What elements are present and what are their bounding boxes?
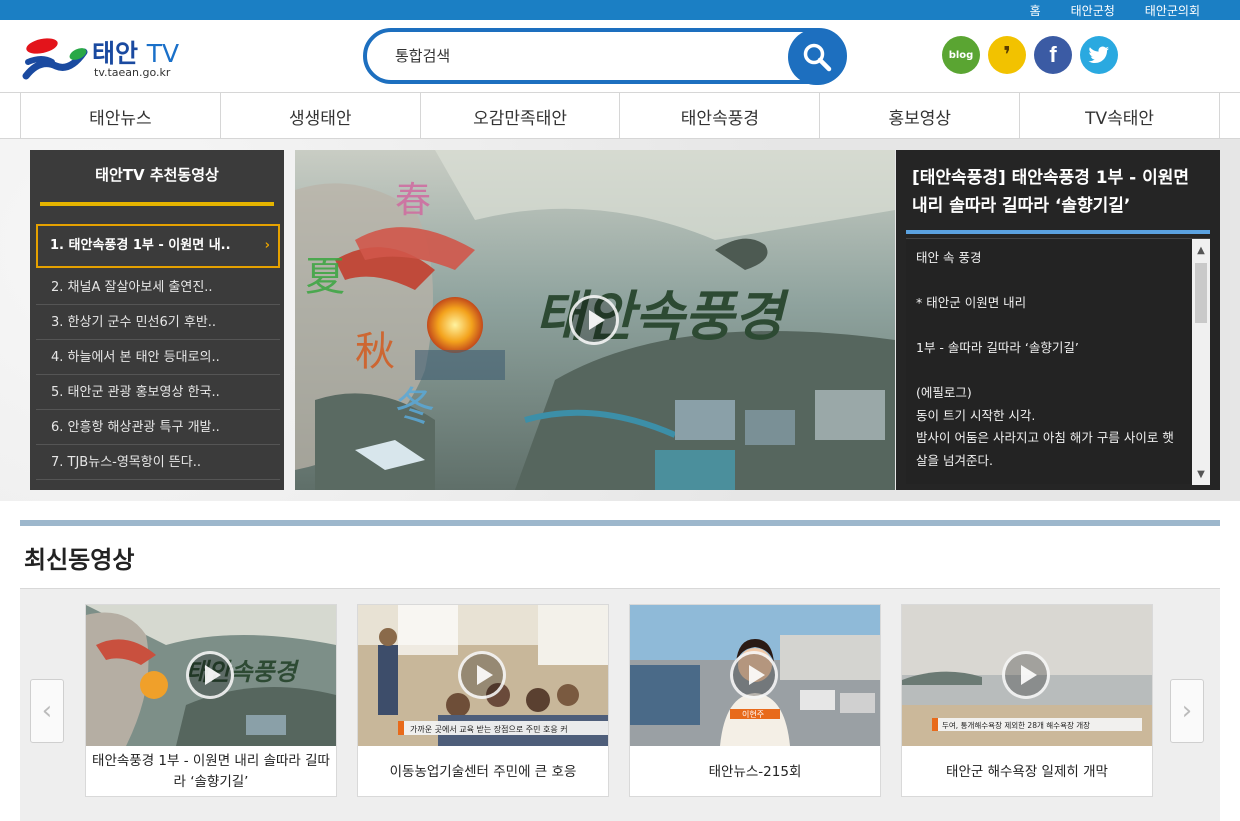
twitter-bird-icon: [1088, 46, 1109, 64]
carousel-next-button[interactable]: ›: [1170, 679, 1204, 743]
recommended-item-7[interactable]: 7. TJB뉴스-영목항이 뜬다..: [36, 445, 280, 480]
play-button[interactable]: [1002, 651, 1050, 699]
recommended-list: 1. 태안속풍경 1부 - 이원면 내.. › 2. 채널A 잘살아보세 출연진…: [36, 224, 280, 480]
latest-videos-title: 최신동영상: [24, 546, 135, 574]
description-line: 밤사이 어둠은 사라지고 아침 해가 구름 사이로 햇살을 넘겨준다.: [916, 430, 1174, 468]
season-winter: 冬: [395, 384, 435, 430]
header: 태안 TV tv.taean.go.kr blog ❜ f: [0, 20, 1240, 92]
site-logo[interactable]: 태안 TV tv.taean.go.kr: [22, 32, 192, 84]
recommended-item-6[interactable]: 6. 안흥항 해상관광 특구 개발..: [36, 410, 280, 445]
video-player[interactable]: 春 夏 秋 冬 태안속풍경: [295, 150, 895, 490]
nav-promo-video[interactable]: 홍보영상: [819, 93, 1019, 139]
video-info-divider: [906, 230, 1210, 234]
thumbnail-text: 두여, 통개해수욕장 제외한 28개 해수욕장 개장: [942, 720, 1090, 730]
main-nav: 태안뉴스 생생태안 오감만족태안 태안속풍경 홍보영상 TV속태안: [0, 92, 1240, 139]
nav-lively-taean[interactable]: 생생태안: [219, 93, 420, 139]
brand-name: 태안 TV: [92, 34, 179, 70]
play-button[interactable]: [458, 651, 506, 699]
latest-divider: [20, 520, 1220, 526]
thumbnail-text: 이현주: [742, 709, 764, 719]
kakao-story-icon[interactable]: ❜: [988, 36, 1026, 74]
chevron-right-icon: ›: [264, 238, 270, 253]
video-card-caption: 태안군 해수욕장 일제히 개막: [946, 763, 1108, 780]
twitter-icon[interactable]: [1080, 36, 1118, 74]
scroll-down-icon[interactable]: ▼: [1192, 465, 1210, 483]
play-button[interactable]: [186, 651, 234, 699]
play-button[interactable]: [730, 651, 778, 699]
video-card[interactable]: 이현주 태안뉴스-215회: [629, 604, 881, 797]
video-description-box[interactable]: 태안 속 풍경 * 태안군 이원면 내리 1부 - 솔따라 길따라 ‘솔향기길’…: [906, 238, 1210, 485]
top-links: 홈 태안군청 태안군의회: [1030, 0, 1200, 20]
blog-icon[interactable]: blog: [942, 36, 980, 74]
nav-five-senses-taean[interactable]: 오감만족태안: [419, 93, 620, 139]
video-info-panel: [태안속풍경] 태안속풍경 1부 - 이원면 내리 솔따라 길따라 ‘솔향기길’…: [896, 150, 1220, 490]
home-link[interactable]: 홈: [1030, 2, 1041, 19]
recommended-item-1[interactable]: 1. 태안속풍경 1부 - 이원면 내.. ›: [36, 224, 280, 268]
latest-videos-section: ‹ › 태안속풍경 태안속풍경 1부 - 이원면 내리 솔따라 길따라 ‘솔향기…: [20, 588, 1220, 821]
featured-section: 태안TV 추천동영상 1. 태안속풍경 1부 - 이원면 내.. › 2. 채널…: [0, 139, 1240, 501]
site-url: tv.taean.go.kr: [94, 66, 171, 79]
carousel-prev-button[interactable]: ‹: [30, 679, 64, 743]
recommended-item-5[interactable]: 5. 태안군 관광 홍보영상 한국..: [36, 375, 280, 410]
video-card[interactable]: 태안속풍경 태안속풍경 1부 - 이원면 내리 솔따라 길따라 ‘솔향기길’: [85, 604, 337, 797]
video-card[interactable]: 가까운 곳에서 교육 받는 장점으로 주민 호응 커 이동농업기술센터 주민에 …: [357, 604, 609, 797]
description-line: 태안 속 풍경: [916, 250, 982, 265]
video-card-caption: 태안속풍경 1부 - 이원면 내리 솔따라 길따라 ‘솔향기길’: [92, 753, 330, 790]
thumbnail-text: 가까운 곳에서 교육 받는 장점으로 주민 호응 커: [410, 724, 568, 734]
brand-text: 태안: [92, 39, 139, 68]
scroll-thumb[interactable]: [1195, 263, 1207, 323]
recommended-item-3[interactable]: 3. 한상기 군수 민선6기 후반..: [36, 305, 280, 340]
video-card[interactable]: 두여, 통개해수욕장 제외한 28개 해수욕장 개장 태안군 해수욕장 일제히 …: [901, 604, 1153, 797]
recommended-item-2[interactable]: 2. 채널A 잘살아보세 출연진..: [36, 270, 280, 305]
search-button[interactable]: [788, 29, 846, 85]
nav-taean-scenery[interactable]: 태안속풍경: [619, 93, 819, 139]
brand-tv-text: TV: [146, 39, 180, 68]
social-links: blog ❜ f: [942, 36, 1118, 74]
latest-video-cards: 태안속풍경 태안속풍경 1부 - 이원면 내리 솔따라 길따라 ‘솔향기길’ 가…: [85, 604, 1153, 797]
description-scrollbar[interactable]: ▲ ▼: [1192, 239, 1210, 485]
description-line: * 태안군 이원면 내리: [916, 295, 1027, 310]
logo-mark-icon: [22, 38, 88, 80]
search-bar: [363, 28, 847, 85]
recommended-panel: 태안TV 추천동영상 1. 태안속풍경 1부 - 이원면 내.. › 2. 채널…: [30, 150, 284, 490]
recommended-divider: [40, 202, 274, 206]
video-card-caption: 이동농업기술센터 주민에 큰 호응: [389, 763, 577, 780]
nav-taean-news[interactable]: 태안뉴스: [20, 93, 220, 139]
top-utility-bar: 홈 태안군청 태안군의회: [0, 0, 1240, 20]
search-input[interactable]: [395, 44, 775, 68]
recommended-title: 태안TV 추천동영상: [95, 166, 219, 184]
season-spring: 春: [395, 180, 431, 221]
description-line: 동이 트기 시작한 시각.: [916, 407, 1036, 423]
nav-tv-taean[interactable]: TV속태안: [1019, 93, 1220, 139]
search-icon: [803, 43, 832, 72]
recommended-item-label: 1. 태안속풍경 1부 - 이원면 내..: [50, 238, 231, 253]
scroll-up-icon[interactable]: ▲: [1192, 241, 1210, 259]
county-office-link[interactable]: 태안군청: [1071, 2, 1115, 19]
description-line: 1부 - 솔따라 길따라 ‘솔향기길’: [916, 340, 1079, 355]
season-summer: 夏: [305, 254, 345, 300]
play-button[interactable]: [569, 295, 619, 345]
recommended-item-4[interactable]: 4. 하늘에서 본 태안 등대로의..: [36, 340, 280, 375]
season-autumn: 秋: [355, 329, 395, 375]
county-council-link[interactable]: 태안군의회: [1145, 2, 1200, 19]
description-line: (에필로그): [916, 385, 972, 400]
video-description: 태안 속 풍경 * 태안군 이원면 내리 1부 - 솔따라 길따라 ‘솔향기길’…: [916, 247, 1184, 472]
video-title: [태안속풍경] 태안속풍경 1부 - 이원면 내리 솔따라 길따라 ‘솔향기길’: [912, 168, 1190, 216]
facebook-icon[interactable]: f: [1034, 36, 1072, 74]
video-card-caption: 태안뉴스-215회: [708, 763, 802, 780]
